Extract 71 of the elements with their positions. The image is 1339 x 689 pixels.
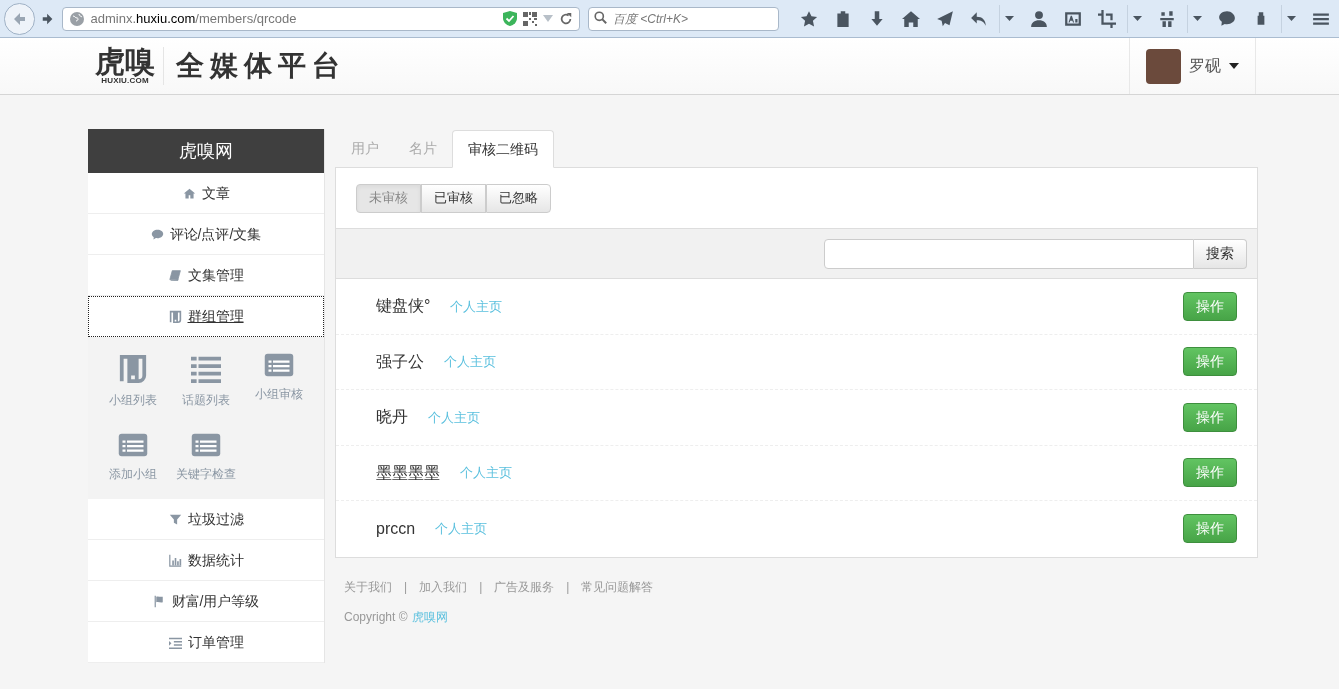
browser-search-field[interactable]: 百度 <Ctrl+K> — [588, 7, 779, 31]
separator: | — [479, 578, 483, 596]
action-button[interactable]: 操作 — [1183, 458, 1237, 488]
submenu-item[interactable]: 话题列表 — [169, 349, 243, 413]
tab[interactable]: 名片 — [394, 129, 452, 167]
address-bar[interactable]: adminx.huxiu.com/members/qrcode — [61, 6, 580, 31]
search-icon — [594, 11, 607, 24]
group-logo-icon — [117, 353, 148, 383]
site-logo[interactable]: 虎嗅 HUXIU.COM — [95, 47, 164, 85]
user-name: 键盘侠° — [376, 296, 431, 317]
sidebar-item[interactable]: 文集管理 — [88, 255, 324, 296]
list-card-icon — [191, 433, 221, 457]
home-icon — [182, 186, 196, 200]
flag-icon — [152, 594, 166, 608]
tab[interactable]: 用户 — [336, 129, 394, 167]
profile-link[interactable]: 个人主页 — [444, 352, 496, 372]
user-name: 强子公 — [376, 351, 424, 372]
separator: | — [566, 578, 570, 596]
url-text: adminx.huxiu.com/members/qrcode — [90, 9, 298, 28]
list-card-icon — [264, 353, 295, 377]
footer-link[interactable]: 关于我们 — [344, 577, 392, 596]
reload-icon — [559, 11, 573, 26]
avatar-placeholder — [1146, 48, 1181, 84]
filter-button[interactable]: 已忽略 — [486, 183, 551, 213]
copyright-link[interactable]: 虎嗅网 — [411, 607, 448, 626]
user-name: prccn — [376, 518, 416, 539]
book-icon — [168, 268, 182, 282]
group-logo-icon — [168, 310, 182, 323]
sidebar-item[interactable]: 数据统计 — [88, 540, 324, 581]
globe-icon — [68, 10, 85, 27]
shield-check-icon — [503, 11, 517, 26]
tab[interactable]: 审核二维码 — [452, 130, 554, 168]
list-card-icon — [117, 433, 148, 457]
footer-link[interactable]: 常见问题解答 — [581, 577, 654, 596]
separator: | — [404, 578, 408, 596]
action-button[interactable]: 操作 — [1183, 347, 1237, 377]
profile-link[interactable]: 个人主页 — [435, 519, 488, 539]
sidebar-item[interactable]: 评论/点评/文集 — [88, 214, 324, 255]
user-name: 墨墨墨墨 — [376, 462, 440, 483]
filter-button[interactable]: 已审核 — [421, 183, 486, 213]
caret-icon — [1229, 63, 1239, 69]
profile-link[interactable]: 个人主页 — [450, 296, 503, 316]
submenu-item[interactable]: 小组列表 — [96, 349, 170, 413]
submenu-item[interactable]: 添加小组 — [96, 429, 170, 487]
dropdown-triangle-icon — [543, 15, 553, 22]
sidebar-item[interactable]: 文章 — [88, 173, 324, 214]
submenu-item[interactable]: 关键字检查 — [169, 429, 243, 487]
sidebar-item[interactable]: 财富/用户等级 — [88, 581, 324, 622]
sidebar-item[interactable]: 垃圾过滤 — [88, 499, 324, 540]
speech-bubble-icon — [150, 227, 164, 241]
platform-title: 全媒体平台 — [176, 48, 346, 84]
action-button[interactable]: 操作 — [1183, 402, 1237, 432]
sidebar-title: 虎嗅网 — [88, 129, 324, 173]
sidebar-item[interactable]: 订单管理 — [88, 622, 324, 663]
action-button[interactable]: 操作 — [1183, 514, 1237, 544]
funnel-icon — [168, 512, 182, 526]
search-field[interactable] — [824, 238, 1194, 269]
footer-link[interactable]: 广告及服务 — [494, 577, 555, 596]
submenu-item[interactable]: 小组审核 — [242, 349, 316, 413]
footer-link[interactable]: 加入我们 — [419, 577, 468, 596]
user-menu[interactable]: 罗砚 — [1129, 38, 1256, 94]
profile-link[interactable]: 个人主页 — [460, 463, 512, 483]
action-button[interactable]: 操作 — [1183, 291, 1237, 321]
search-button[interactable]: 搜索 — [1194, 238, 1247, 269]
qr-code-icon — [523, 11, 537, 26]
indent-icon — [168, 635, 182, 649]
filter-button[interactable]: 未审核 — [356, 183, 421, 213]
copyright-text: Copyright © — [344, 608, 408, 626]
profile-link[interactable]: 个人主页 — [428, 407, 480, 427]
bar-chart-icon — [168, 553, 182, 567]
user-name: 晓丹 — [376, 407, 408, 428]
